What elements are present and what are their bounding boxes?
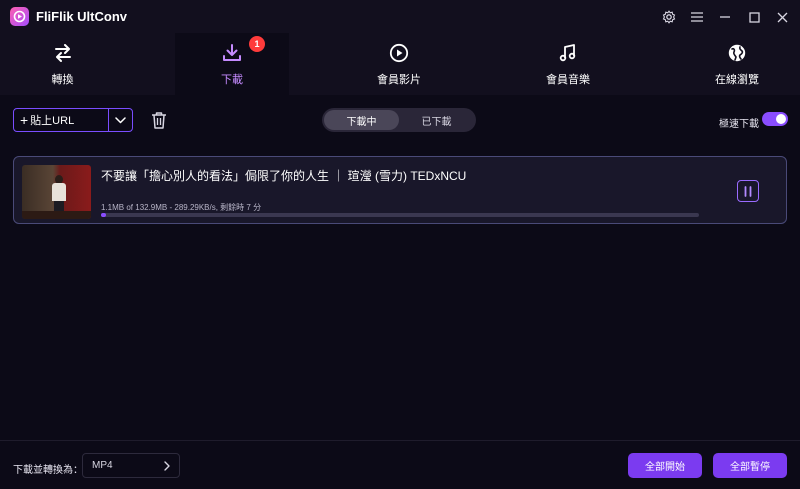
bottom-divider (0, 440, 800, 441)
app-logo-icon (10, 7, 29, 26)
turbo-download-label: 極速下載 (719, 119, 759, 130)
video-thumbnail (22, 165, 91, 219)
tab-convert-label: 轉換 (51, 74, 74, 86)
tab-member-music[interactable]: 會員音樂 (512, 33, 624, 95)
delete-trash-icon[interactable] (149, 110, 169, 130)
download-progress-bar (101, 213, 699, 217)
tab-member-music-label: 會員音樂 (546, 74, 590, 86)
globe-icon (727, 41, 747, 65)
turbo-download-toggle[interactable] (762, 112, 788, 126)
convert-to-label: 下載並轉換為： (13, 465, 83, 476)
tab-online-browse[interactable]: 在線瀏覽 (681, 33, 793, 95)
chevron-down-icon (115, 116, 126, 123)
toggle-knob (776, 114, 786, 124)
download-title: 不要讓「擔心別人的看法」侷限了你的人生 ｜ 瑄瀅 (雪力) TEDxNCU (101, 169, 467, 183)
download-progress-text: 1.1MB of 132.9MB - 289.29KB/s, 剩餘時 7 分 (101, 203, 262, 212)
settings-gear-icon[interactable] (660, 8, 678, 26)
tab-convert[interactable]: 轉換 (0, 33, 125, 95)
swap-arrows-icon (53, 41, 73, 65)
tab-member-video[interactable]: 會員影片 (343, 33, 455, 95)
output-format-value: MP4 (92, 460, 113, 471)
paste-url-dropdown[interactable] (108, 109, 132, 131)
paste-url-button-group: + 貼上URL (13, 108, 133, 132)
pause-button[interactable] (737, 180, 759, 202)
paste-url-button[interactable]: + 貼上URL (14, 109, 108, 131)
close-icon[interactable] (773, 8, 791, 26)
maximize-icon[interactable] (745, 8, 763, 26)
output-format-select[interactable]: MP4 (82, 453, 180, 478)
download-item: 不要讓「擔心別人的看法」侷限了你的人生 ｜ 瑄瀅 (雪力) TEDxNCU 1.… (13, 156, 787, 224)
download-status-segmented-control: 下載中 已下載 (322, 108, 476, 132)
pause-icon (744, 185, 752, 197)
download-icon (222, 41, 242, 65)
paste-url-label: 貼上URL (30, 115, 75, 127)
segment-downloading[interactable]: 下載中 (324, 110, 399, 130)
segment-downloaded[interactable]: 已下載 (399, 110, 474, 130)
play-circle-icon (389, 41, 409, 65)
download-count-badge: 1 (249, 36, 265, 52)
download-progress-fill (101, 213, 106, 217)
title-bar: FliFlik UltConv (0, 0, 800, 33)
minimize-icon[interactable] (716, 8, 734, 26)
tab-online-browse-label: 在線瀏覽 (715, 74, 759, 86)
main-tab-bar: 轉換 下載 1 會員影片 會員音樂 在線瀏覽 (0, 33, 800, 95)
start-all-button[interactable]: 全部開始 (628, 453, 702, 478)
menu-icon[interactable] (688, 8, 706, 26)
chevron-right-icon (164, 460, 170, 471)
tab-download-label: 下載 (221, 74, 243, 86)
music-note-icon (558, 41, 578, 65)
plus-icon: + (20, 112, 29, 128)
app-title: FliFlik UltConv (36, 9, 127, 24)
pause-all-button[interactable]: 全部暫停 (713, 453, 787, 478)
tab-download[interactable]: 下載 1 (175, 33, 289, 95)
tab-member-video-label: 會員影片 (377, 74, 421, 86)
